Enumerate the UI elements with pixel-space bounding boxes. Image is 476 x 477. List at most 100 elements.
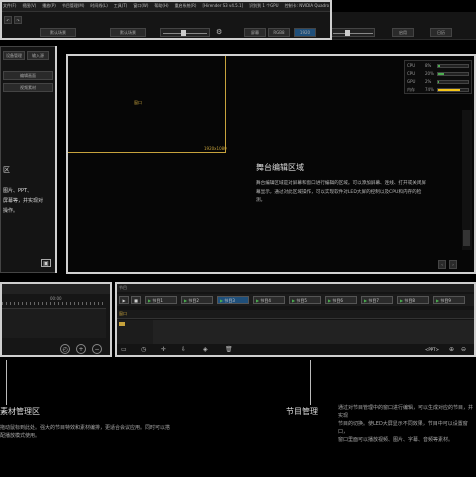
zoom-out-icon[interactable]: −	[92, 344, 102, 354]
stat-bar	[437, 72, 469, 76]
stat-value: 20%	[425, 71, 434, 76]
ruler-tick	[66, 302, 67, 305]
layer-row[interactable]: 窗口	[117, 310, 474, 319]
ruler-tick	[46, 302, 47, 305]
ruler-tick	[2, 302, 3, 305]
ruler-tick	[26, 302, 27, 305]
tag-icon[interactable]: ◈	[203, 346, 208, 353]
program-tab[interactable]: ▶ 节目1	[145, 296, 177, 304]
prev-page-button[interactable]: ‹	[438, 260, 446, 269]
video-field[interactable]: 视频素材	[3, 83, 53, 92]
program-caption-text: 通过对节目管理中的窗口进行编辑，可以生成对应的节目，并实现 节目的切换。使LED…	[338, 404, 476, 444]
stat-row: 内存 74%	[407, 87, 471, 94]
program-caption-line-3: 窗口里面可以播放视频、图片、字幕、音频等素材。	[338, 437, 454, 443]
zoom-in-icon[interactable]: +	[76, 344, 86, 354]
ruler-tick	[50, 302, 51, 305]
connector-left	[6, 360, 7, 405]
stop-button-icon[interactable]: ■	[131, 296, 141, 304]
stat-bar	[437, 64, 469, 68]
ppt-button[interactable]: <PPT>	[425, 347, 439, 352]
program-tab-label: 节目9	[440, 298, 451, 303]
program-tab[interactable]: ▶ 节目5	[289, 296, 321, 304]
left-text-3: 屏幕等，并实现对	[3, 198, 44, 204]
left-text-4: 操作。	[3, 208, 19, 214]
calendar-button[interactable]: 日历	[430, 28, 452, 37]
left-text-2: 图片、PPT、	[3, 188, 33, 194]
stage-area[interactable]: 窗口 1920x1080 舞台编辑区域 舞台编辑区域是对屏幕和窗口进行编辑的区域…	[66, 54, 476, 274]
program-tab[interactable]: ▶ 节目9	[433, 296, 465, 304]
stat-bar-fill	[438, 73, 444, 75]
stage-description: 舞台编辑区域是对屏幕和窗口进行编辑的区域。可以添加屏幕、连线、打开或关闭屏幕显示…	[256, 181, 426, 203]
ruler-tick	[34, 302, 35, 305]
program-tab[interactable]: ▶ 节目3	[217, 296, 249, 304]
connector-right	[310, 360, 311, 405]
ruler-tick	[74, 302, 75, 305]
zoom-out-icon[interactable]: ⊖	[461, 346, 466, 353]
stat-bar-fill	[438, 89, 461, 91]
delete-icon[interactable]: 🗑	[225, 346, 233, 353]
play-button-icon[interactable]: ▶	[119, 296, 129, 304]
import-icon[interactable]: ⇩	[181, 346, 186, 353]
edit-field[interactable]: 编辑画面	[3, 71, 53, 80]
layer-list	[117, 320, 153, 344]
stat-name: GPU	[407, 79, 416, 84]
program-tab[interactable]: ▶ 节目8	[397, 296, 429, 304]
material-track[interactable]	[2, 308, 106, 338]
ruler-tick	[102, 302, 103, 305]
program-tab[interactable]: ▶ 节目4	[253, 296, 285, 304]
timer-icon[interactable]: ◷	[141, 346, 146, 353]
layer-label: 窗口	[119, 311, 127, 316]
ruler-tick	[14, 302, 15, 305]
zoom-slider[interactable]	[330, 28, 375, 37]
ruler-tick	[38, 302, 39, 305]
program-tab-label: 节目5	[296, 298, 307, 303]
stat-bar-fill	[438, 65, 441, 67]
stat-name: CPU	[407, 63, 416, 68]
stat-bar	[437, 88, 469, 92]
panel-divider	[55, 46, 57, 273]
vertical-scrollbar[interactable]	[462, 110, 472, 250]
time-ruler	[2, 302, 106, 305]
tab-device[interactable]: 设备管理	[3, 51, 25, 60]
clock-icon[interactable]: ◴	[60, 344, 70, 354]
material-caption-text: 拖动鼠标到此处。强大的节目特效和素材编排，更适合会议应用。同时可以搭 配播放模式…	[0, 424, 230, 440]
ruler-tick	[10, 302, 11, 305]
program-caption-heading: 节目管理	[286, 407, 318, 416]
zoom-in-icon[interactable]: ⊕	[449, 346, 454, 353]
next-page-button[interactable]: ›	[449, 260, 457, 269]
stat-row: GPU 2%	[407, 79, 471, 86]
stat-value: 74%	[425, 87, 434, 92]
image-icon[interactable]: ▣	[41, 259, 51, 267]
stat-row: CPU 20%	[407, 71, 471, 78]
time-label: 00:00	[50, 296, 62, 301]
enable-button[interactable]: 启用	[392, 28, 414, 37]
program-toolbar: ▭ ◷ ✛ ⇩ ◈ 🗑 <PPT> ⊕ ⊖	[117, 346, 474, 355]
program-tabs: ▶ 节目1 ▶ 节目2 ▶ 节目3 ▶ 节目4 ▶ 节目5 ▶ 节目6 ▶ 节目7 ▶ 节目8…	[117, 294, 474, 306]
ruler-tick	[90, 302, 91, 305]
layer-grid[interactable]	[153, 320, 474, 344]
tab-input[interactable]: 输入源	[27, 51, 49, 60]
program-tab-label: 节目8	[404, 298, 415, 303]
stat-value: 2%	[425, 79, 432, 84]
program-tab[interactable]: ▶ 节目7	[361, 296, 393, 304]
screen-window[interactable]: 窗口 1920x1080	[68, 56, 227, 153]
performance-monitor: CPU 8% CPU 20% GPU 2% 内存 74%	[404, 60, 472, 94]
material-caption-heading: 素材管理区	[0, 407, 40, 416]
ruler-tick	[58, 302, 59, 305]
target-icon[interactable]: ✛	[161, 346, 166, 353]
left-panel: 设备管理 输入源 编辑画面 视频素材 区 图片、PPT、 屏幕等，并实现对 操作…	[0, 46, 56, 273]
ruler-tick	[54, 302, 55, 305]
stage-title: 舞台编辑区域	[256, 163, 304, 172]
stat-value: 8%	[425, 63, 432, 68]
ruler-tick	[82, 302, 83, 305]
screen-icon[interactable]: ▭	[121, 346, 127, 353]
program-tab-label: 节目3	[224, 298, 235, 303]
material-caption-line-1: 拖动鼠标到此处。强大的节目特效和素材编排，更适合会议应用。同时可以搭	[0, 425, 171, 431]
program-tab[interactable]: ▶ 节目6	[325, 296, 357, 304]
program-tab-label: 节目1	[152, 298, 163, 303]
program-tab[interactable]: ▶ 节目2	[181, 296, 213, 304]
program-panel: 节目 ▶ 节目1 ▶ 节目2 ▶ 节目3 ▶ 节目4 ▶ 节目5 ▶ 节目6 ▶ 节目7 ▶ …	[115, 282, 476, 357]
ruler-tick	[62, 302, 63, 305]
stat-row: CPU 8%	[407, 63, 471, 70]
material-panel: 00:00 ◴ + −	[0, 282, 112, 357]
